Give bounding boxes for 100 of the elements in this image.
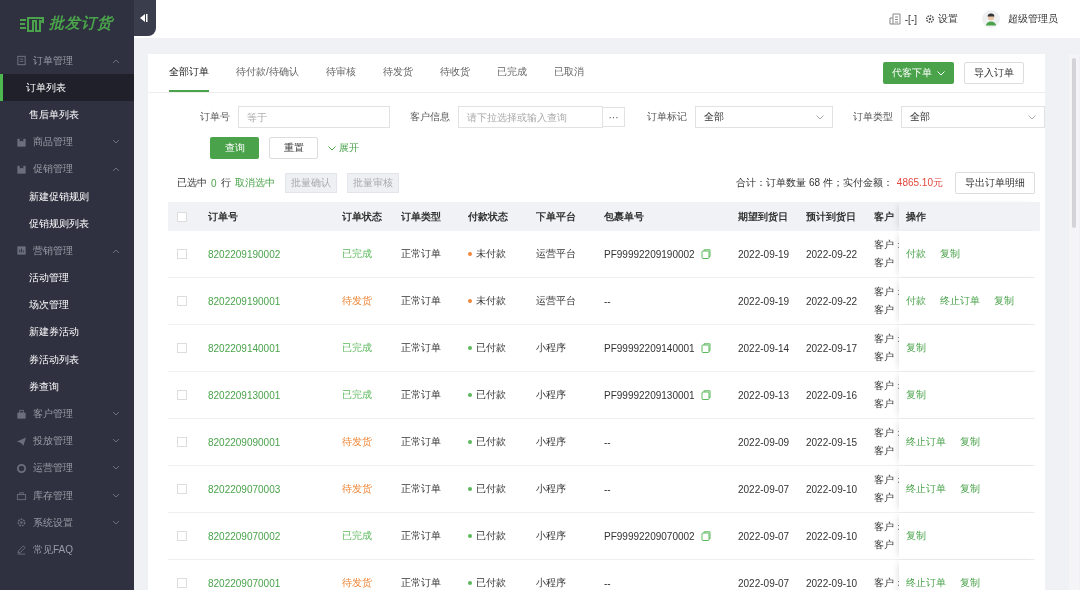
sidebar-group[interactable]: 库存管理 <box>0 482 134 510</box>
row-checkbox[interactable] <box>177 249 187 259</box>
table-cell: 已付款 <box>476 435 506 449</box>
copy-icon[interactable] <box>700 249 711 259</box>
reset-button[interactable]: 重置 <box>269 137 318 159</box>
table-cell-text: 正常订单 <box>401 482 442 496</box>
table-cell-text: 2022-09-14 <box>738 342 791 354</box>
action-link[interactable]: 复制 <box>960 435 980 449</box>
order-link[interactable]: 8202209190002 <box>208 248 342 260</box>
row-checkbox[interactable] <box>177 390 187 400</box>
sidebar-group[interactable]: 系统设置 <box>0 509 134 537</box>
action-link[interactable]: 复制 <box>994 294 1014 308</box>
column-header: 订单类型 <box>401 209 442 224</box>
sidebar-group[interactable]: 常见FAQ <box>0 536 134 564</box>
user-name[interactable]: 超级管理员 <box>1008 12 1058 26</box>
store-label[interactable]: -[-] <box>904 13 917 25</box>
sidebar-item[interactable]: 售后单列表 <box>0 101 134 129</box>
customer-field[interactable]: 请下拉选择或输入查询 <box>458 106 603 128</box>
sidebar-group[interactable]: 营销管理 <box>0 237 134 265</box>
tab[interactable]: 已完成 <box>496 54 527 92</box>
row-checkbox[interactable] <box>177 437 187 447</box>
sidebar-group[interactable]: 客户管理 <box>0 400 134 428</box>
customer-text: 客户 <box>874 491 895 505</box>
sidebar-group[interactable]: 订单管理 <box>0 47 134 75</box>
action-link[interactable]: 终止订单 <box>906 576 946 590</box>
collapse-toggle[interactable] <box>134 0 156 36</box>
tab[interactable]: 待收货 <box>439 54 470 92</box>
copy-icon[interactable] <box>700 343 711 353</box>
row-checkbox[interactable] <box>177 578 187 588</box>
amount-text: 4865.10元 <box>896 176 943 190</box>
copy-icon[interactable] <box>700 390 711 400</box>
sidebar-group[interactable]: 促销管理 <box>0 155 134 183</box>
action-link[interactable]: 付款 <box>906 247 926 261</box>
import-button[interactable]: 导入订单 <box>964 62 1024 84</box>
row-checkbox[interactable] <box>177 484 187 494</box>
sidebar-item[interactable]: 券活动列表 <box>0 346 134 374</box>
more-button[interactable]: ··· <box>603 107 625 127</box>
order-link[interactable]: 8202209190001 <box>208 295 342 307</box>
select-all-checkbox[interactable] <box>177 211 187 222</box>
order-number-field[interactable]: 等于 <box>238 106 390 128</box>
order-link[interactable]: 8202209070002 <box>208 530 342 542</box>
action-link[interactable]: 复制 <box>906 529 926 543</box>
sidebar-item[interactable]: 新建券活动 <box>0 318 134 347</box>
order-link[interactable]: 8202209070003 <box>208 483 342 495</box>
column-header: 操作 <box>906 209 926 224</box>
clear-selection-link[interactable]: 取消选中 <box>234 176 275 190</box>
mark-select[interactable]: 全部 <box>695 106 833 128</box>
sidebar-group[interactable]: 商品管理 <box>0 128 134 156</box>
order-link[interactable]: 8202209090001 <box>208 436 342 448</box>
sidebar-item[interactable]: 订单列表 <box>0 74 134 102</box>
settings-link[interactable]: 设置 <box>925 12 958 26</box>
tab[interactable]: 待发货 <box>382 54 413 92</box>
table-cell-text: 待发货 <box>342 576 373 590</box>
action-link[interactable]: 终止订单 <box>906 435 946 449</box>
sidebar-item[interactable]: 新建促销规则 <box>0 182 134 211</box>
menu-icon <box>16 490 27 502</box>
table-cell-text: 2022-09-19 <box>738 248 791 260</box>
order-link[interactable]: 8202209140001 <box>208 342 342 354</box>
customer-text: 客户 <box>874 397 895 411</box>
customer-text: 客户： <box>874 332 899 346</box>
tab[interactable]: 全部订单 <box>169 54 209 92</box>
search-button[interactable]: 查询 <box>210 137 259 159</box>
copy-icon[interactable] <box>700 531 711 541</box>
row-checkbox[interactable] <box>177 531 187 541</box>
proxy-order-button[interactable]: 代客下单 <box>883 62 954 84</box>
sidebar-group[interactable]: 投放管理 <box>0 427 134 455</box>
action-link[interactable]: 终止订单 <box>906 482 946 496</box>
expand-link[interactable]: 展开 <box>328 141 359 155</box>
table-cell-text: 2022-09-10 <box>806 483 859 495</box>
table-cell: 已付款 <box>476 388 506 402</box>
avatar-icon[interactable] <box>982 10 1000 28</box>
row-checkbox[interactable] <box>177 296 187 306</box>
action-link[interactable]: 复制 <box>960 482 980 496</box>
column-header: 付款状态 <box>468 209 509 224</box>
sidebar-item[interactable]: 活动管理 <box>0 264 134 292</box>
sidebar-item[interactable]: 场次管理 <box>0 291 134 319</box>
sidebar-group[interactable]: 运营管理 <box>0 454 134 482</box>
order-link[interactable]: 8202209070001 <box>208 577 342 589</box>
tab[interactable]: 已取消 <box>553 54 584 92</box>
order-link[interactable]: 8202209130001 <box>208 389 342 401</box>
table-cell-text: 正常订单 <box>401 576 442 590</box>
action-link[interactable]: 付款 <box>906 294 926 308</box>
tab[interactable]: 待审核 <box>325 54 356 92</box>
action-link[interactable]: 复制 <box>906 388 926 402</box>
action-link[interactable]: 复制 <box>940 247 960 261</box>
table-cell-text: 小程序 <box>536 388 567 402</box>
menu-icon <box>16 408 27 420</box>
action-link[interactable]: 终止订单 <box>940 294 980 308</box>
customer-text: 客户： <box>874 520 899 534</box>
action-link[interactable]: 复制 <box>960 576 980 590</box>
sidebar-item[interactable]: 券查询 <box>0 373 134 401</box>
scrollbar[interactable] <box>1069 54 1079 590</box>
type-select[interactable]: 全部 <box>901 106 1045 128</box>
caret-icon <box>937 70 945 76</box>
row-checkbox[interactable] <box>177 343 187 353</box>
action-link[interactable]: 复制 <box>906 341 926 355</box>
sidebar-item[interactable]: 促销规则列表 <box>0 210 134 238</box>
export-button[interactable]: 导出订单明细 <box>955 172 1035 194</box>
selected-count: 0 <box>211 177 217 189</box>
tab[interactable]: 待付款/待确认 <box>236 54 299 92</box>
